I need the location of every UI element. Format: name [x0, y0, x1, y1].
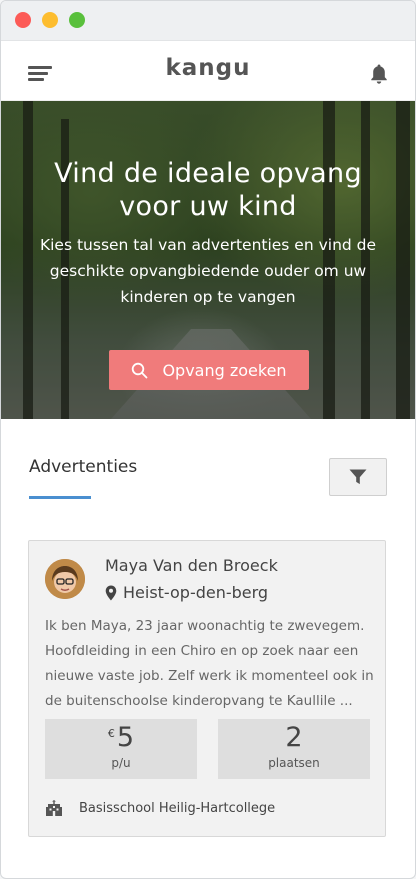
hero-banner: Vind de ideale opvang voor uw kind Kies …	[1, 101, 415, 419]
search-care-button[interactable]: Opvang zoeken	[109, 350, 309, 390]
section-title-underline	[29, 496, 91, 499]
hero-subtitle: Kies tussen tal van advertenties en vind…	[39, 236, 377, 306]
section-title: Advertenties	[29, 457, 138, 477]
places-unit: plaatsen	[268, 756, 320, 770]
price-box: €5 p/u	[45, 719, 197, 779]
caregiver-location: Heist-op-den-berg	[105, 583, 268, 602]
school-info: Basisschool Heilig-Hartcollege	[45, 799, 275, 817]
map-pin-icon	[105, 585, 117, 600]
app-header: kangu	[1, 41, 415, 101]
app-logo[interactable]: kangu	[1, 55, 415, 81]
hero-title: Vind de ideale opvang voor uw kind	[54, 158, 362, 222]
places-value: 2	[285, 722, 303, 753]
listing-card[interactable]: Maya Van den Broeck Heist-op-den-berg Ik…	[28, 540, 386, 837]
close-window-button[interactable]	[15, 12, 31, 28]
school-building-icon	[46, 800, 62, 816]
location-label: Heist-op-den-berg	[123, 583, 269, 602]
search-icon	[132, 362, 148, 378]
maximize-window-button[interactable]	[69, 12, 85, 28]
filter-button[interactable]	[329, 458, 387, 496]
filter-icon	[349, 469, 367, 485]
listing-description: Ik ben Maya, 23 jaar woonachtig te zweve…	[45, 618, 374, 709]
caregiver-name[interactable]: Maya Van den Broeck	[105, 556, 278, 575]
bell-icon[interactable]	[369, 63, 389, 85]
price-value: €5	[45, 722, 197, 753]
listings-header: Advertenties	[1, 419, 415, 539]
avatar	[45, 559, 85, 599]
places-box: 2 plaatsen	[218, 719, 370, 779]
school-name: Basisschool Heilig-Hartcollege	[79, 800, 276, 816]
currency-symbol: €	[107, 727, 115, 740]
price-amount: 5	[116, 722, 135, 753]
price-unit: p/u	[111, 756, 131, 770]
minimize-window-button[interactable]	[42, 12, 58, 28]
window-titlebar	[1, 1, 415, 41]
search-button-label: Opvang zoeken	[162, 360, 287, 380]
